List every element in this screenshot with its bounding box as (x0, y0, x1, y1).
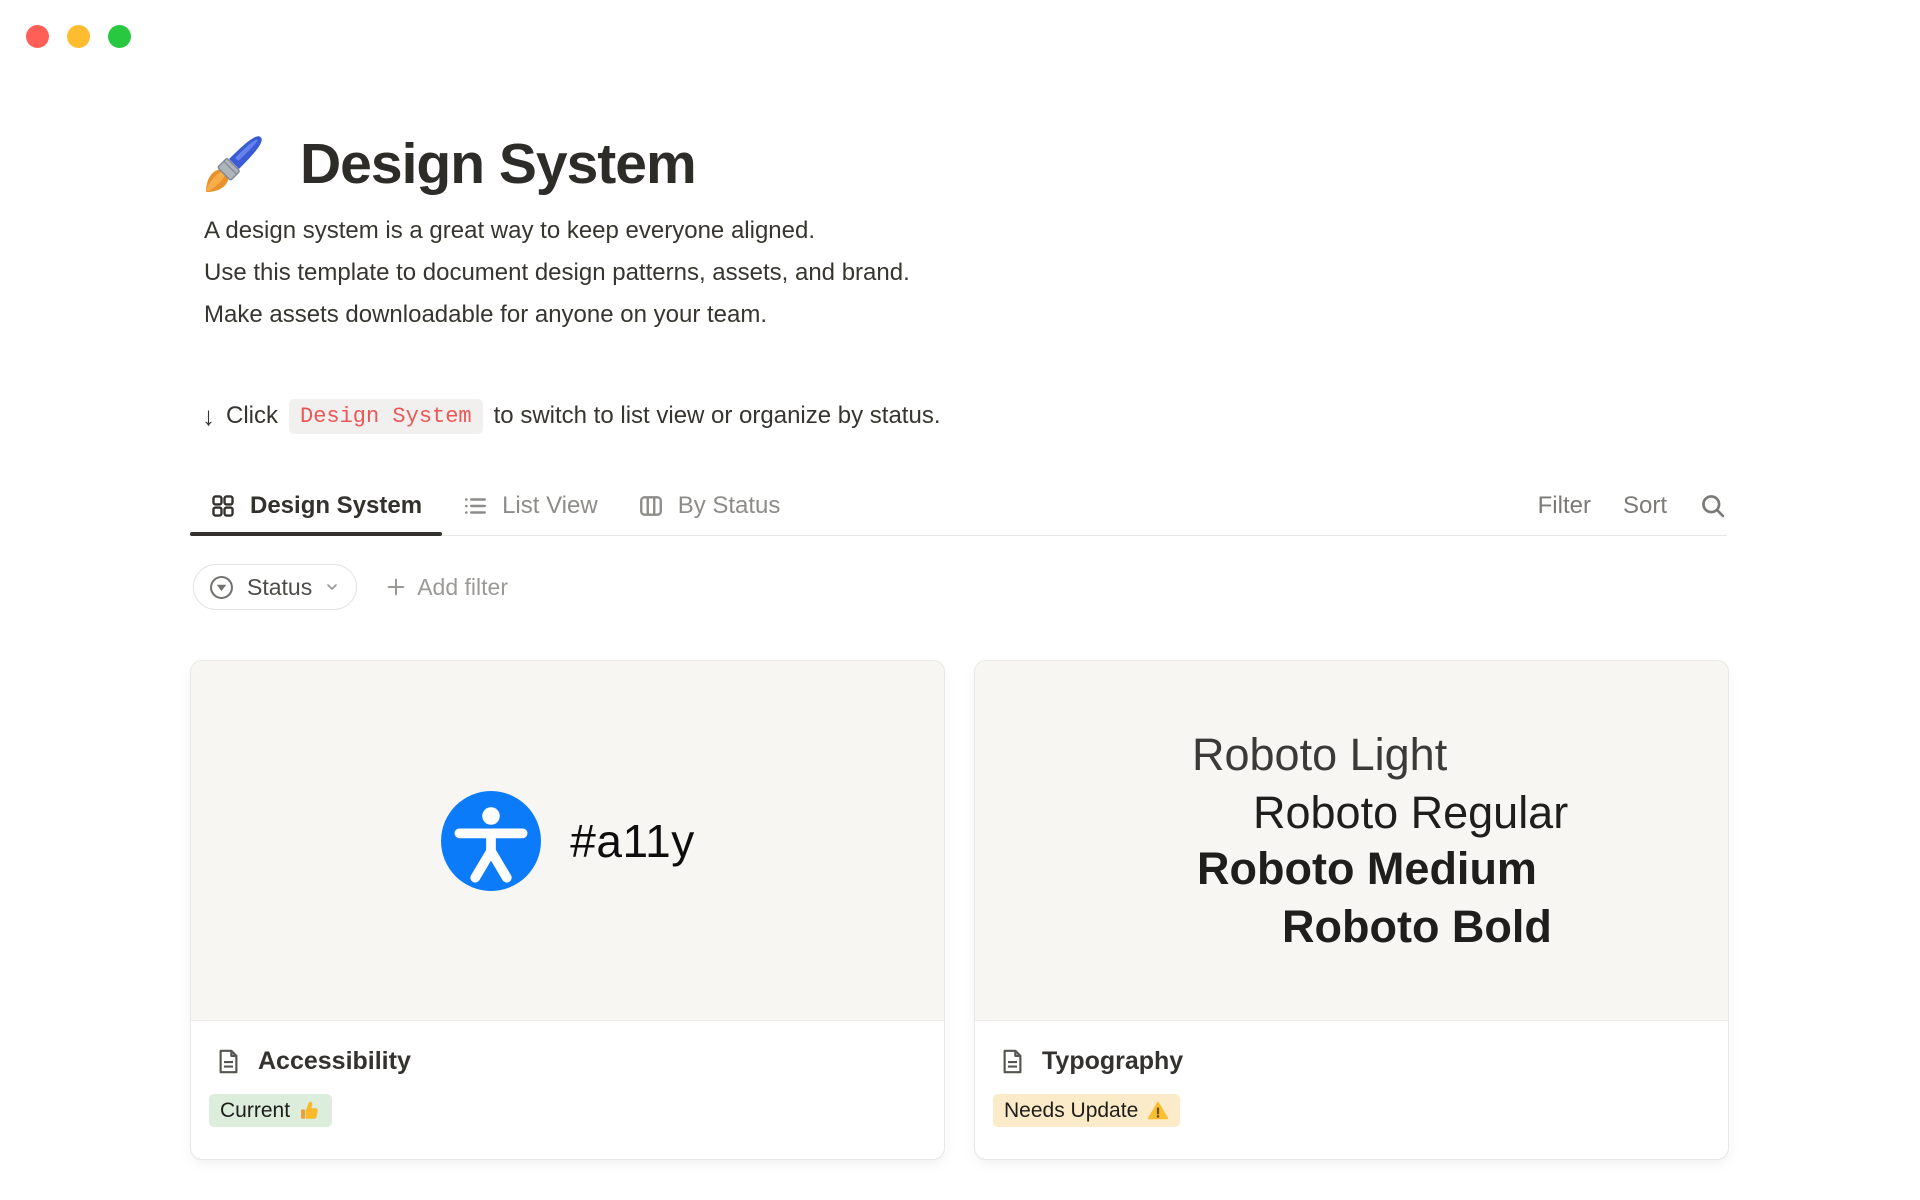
add-filter-label: Add filter (417, 574, 508, 601)
status-badge-current: Current (209, 1094, 332, 1127)
list-icon (462, 493, 488, 519)
status-property-icon (208, 574, 235, 601)
card-cover-accessibility: #a11y (191, 661, 944, 1021)
thumbs-up-icon (299, 1100, 321, 1122)
inline-code-chip: Design System (289, 399, 483, 434)
page-description: A design system is a great way to keep e… (204, 210, 910, 336)
hint-suffix: to switch to list view or organize by st… (494, 402, 941, 430)
board-icon (638, 493, 664, 519)
hint-prefix: Click (226, 402, 278, 430)
card-title: Typography (1042, 1047, 1183, 1076)
card-title: Accessibility (258, 1047, 411, 1076)
plus-icon (385, 576, 407, 598)
font-sample-regular: Roboto Regular (1253, 784, 1568, 842)
card-meta: Accessibility Current (191, 1021, 944, 1153)
paintbrush-icon (190, 120, 278, 208)
view-toolbar: Design System List View By Status Filter… (190, 477, 1727, 536)
grid-icon (210, 493, 236, 519)
tab-by-status[interactable]: By Status (618, 477, 801, 535)
tab-label: Design System (250, 492, 422, 520)
tab-label: List View (502, 492, 598, 520)
card-accessibility[interactable]: #a11y Accessibility Current (190, 660, 945, 1160)
font-sample-light: Roboto Light (1192, 726, 1447, 784)
card-typography[interactable]: Roboto Light Roboto Regular Roboto Mediu… (974, 660, 1729, 1160)
tab-label: By Status (678, 492, 781, 520)
page-icon (999, 1048, 1026, 1075)
page-header: Design System (190, 120, 696, 208)
status-badge-label: Needs Update (1004, 1098, 1138, 1123)
search-icon[interactable] (1699, 492, 1727, 520)
zoom-window-button[interactable] (108, 25, 131, 48)
minimize-window-button[interactable] (67, 25, 90, 48)
chevron-down-icon (324, 579, 340, 595)
tab-list-view[interactable]: List View (442, 477, 618, 535)
warning-icon (1147, 1100, 1169, 1122)
card-cover-typography: Roboto Light Roboto Regular Roboto Mediu… (975, 661, 1728, 1021)
status-badge-label: Current (220, 1098, 290, 1123)
description-line: A design system is a great way to keep e… (204, 210, 910, 252)
status-filter-chip[interactable]: Status (193, 564, 357, 610)
status-badge-needs-update: Needs Update (993, 1094, 1180, 1127)
hint-line: ↓ Click Design System to switch to list … (202, 396, 941, 436)
gallery-view: #a11y Accessibility Current (190, 660, 1729, 1160)
card-meta: Typography Needs Update (975, 1021, 1728, 1153)
description-line: Make assets downloadable for anyone on y… (204, 294, 910, 336)
add-filter-button[interactable]: Add filter (385, 574, 508, 601)
page-icon (215, 1048, 242, 1075)
page-title: Design System (300, 131, 696, 197)
window-controls (26, 25, 131, 48)
down-arrow-icon: ↓ (202, 401, 215, 432)
font-sample-bold: Roboto Bold (1282, 898, 1552, 956)
description-line: Use this template to document design pat… (204, 252, 910, 294)
filter-bar: Status Add filter (193, 564, 508, 610)
close-window-button[interactable] (26, 25, 49, 48)
cover-text-a11y: #a11y (570, 814, 694, 868)
status-filter-label: Status (247, 574, 312, 601)
accessibility-icon (440, 790, 542, 892)
font-sample-medium: Roboto Medium (1197, 840, 1537, 898)
sort-button[interactable]: Sort (1623, 492, 1667, 520)
tab-design-system[interactable]: Design System (190, 477, 442, 535)
toolbar-actions: Filter Sort (1538, 492, 1727, 520)
filter-button[interactable]: Filter (1538, 492, 1591, 520)
